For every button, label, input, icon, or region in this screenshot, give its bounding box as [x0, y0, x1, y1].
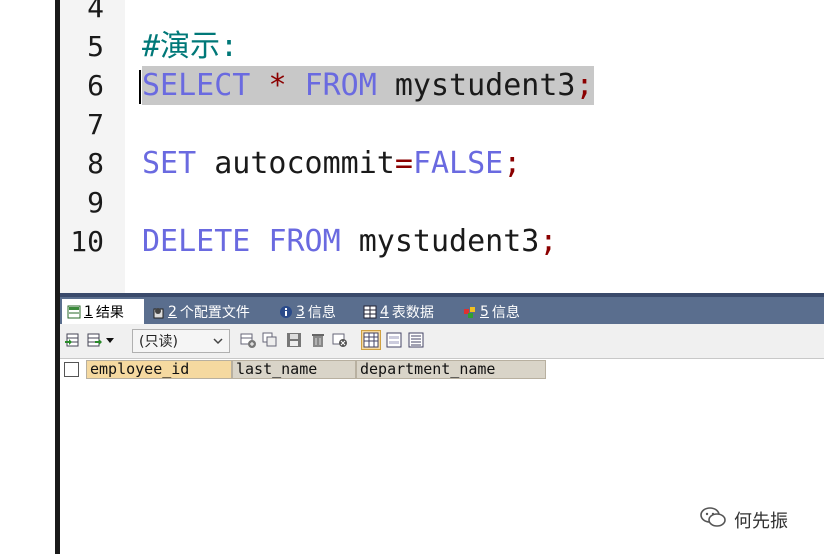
- text-view-icon[interactable]: [408, 332, 424, 348]
- code-line-set[interactable]: SET autocommit=FALSE;: [142, 144, 521, 183]
- semicolon: ;: [539, 224, 558, 259]
- table-data-icon: [363, 305, 377, 319]
- code-comment[interactable]: #演示:: [142, 27, 238, 66]
- select-all-checkbox[interactable]: [64, 362, 79, 377]
- result-grid-icon: [67, 305, 81, 319]
- tab-label: 信息: [307, 304, 336, 321]
- chevron-down-icon[interactable]: [104, 332, 116, 348]
- delete-icon[interactable]: [310, 332, 326, 348]
- keyword-delete: DELETE: [142, 224, 251, 259]
- import-icon[interactable]: [86, 332, 102, 348]
- chevron-down-icon: [213, 333, 223, 349]
- result-toolbar: (只读): [60, 324, 824, 359]
- column-header[interactable]: last_name: [232, 360, 356, 379]
- keyword-false: FALSE: [412, 146, 504, 181]
- keyword-set: SET: [142, 146, 197, 181]
- line-gutter: 4 5 6 7 8 9 10: [60, 0, 125, 293]
- save-icon[interactable]: [286, 332, 302, 348]
- column-header[interactable]: department_name: [356, 360, 546, 379]
- tab-profiles[interactable]: 2 个配置文件: [146, 299, 270, 324]
- left-panel: [0, 0, 60, 554]
- sql-editor[interactable]: 4 5 6 7 8 9 10 #演示: SELECT * FROM mystud…: [60, 0, 824, 293]
- tab-info-2[interactable]: 5 信息: [458, 299, 540, 324]
- info-icon: [279, 305, 293, 319]
- line-number: 8: [87, 147, 104, 180]
- tab-label: 信息: [491, 304, 520, 321]
- result-grid-header: employee_id last_name department_name: [60, 359, 824, 381]
- result-tabs: 1 结果 2 个配置文件 3 信息 4 表数据 5 信息: [60, 297, 824, 324]
- code-line-delete[interactable]: DELETE FROM mystudent3;: [142, 222, 557, 261]
- variable-name: autocommit: [214, 146, 395, 181]
- keyword-from: FROM: [268, 224, 341, 259]
- line-number: 4: [87, 0, 104, 24]
- semicolon: ;: [575, 68, 594, 103]
- tab-number: 3: [296, 303, 305, 320]
- readonly-label: (只读): [139, 334, 178, 350]
- operator-equals: =: [394, 146, 413, 181]
- line-number: 7: [87, 108, 104, 141]
- code-line-select[interactable]: SELECT * FROM mystudent3;: [142, 66, 594, 105]
- semicolon: ;: [503, 146, 522, 181]
- line-number: 6: [87, 69, 104, 102]
- column-header[interactable]: employee_id: [86, 360, 232, 379]
- tab-number: 2: [168, 303, 177, 320]
- tab-results[interactable]: 1 结果: [62, 299, 144, 324]
- form-view-icon[interactable]: [386, 332, 402, 348]
- tab-number: 5: [480, 303, 489, 320]
- tab-label: 表数据: [391, 304, 434, 321]
- grid-view-icon[interactable]: [361, 330, 381, 350]
- keyword-select: SELECT: [142, 68, 251, 103]
- profile-icon: [151, 305, 165, 319]
- line-number: 9: [87, 186, 104, 219]
- text-cursor: [139, 70, 141, 104]
- line-number: 5: [87, 30, 104, 63]
- table-name: mystudent3: [394, 68, 576, 103]
- tab-table-data[interactable]: 4 表数据: [358, 299, 454, 324]
- watermark-text: 何先振: [734, 510, 788, 532]
- tab-number: 4: [380, 303, 389, 320]
- tab-label: 个配置文件: [179, 304, 250, 321]
- info-icon: [463, 305, 477, 319]
- tab-number: 1: [84, 303, 93, 320]
- tab-info[interactable]: 3 信息: [274, 299, 354, 324]
- line-number: 10: [70, 225, 104, 258]
- readonly-select[interactable]: (只读): [132, 329, 230, 353]
- export-icon[interactable]: [64, 332, 80, 348]
- tab-label: 结果: [95, 304, 124, 321]
- watermark: 何先振: [700, 506, 788, 533]
- copy-row-icon[interactable]: [262, 332, 278, 348]
- keyword-from: FROM: [304, 68, 377, 103]
- table-name: mystudent3: [358, 224, 540, 259]
- cancel-changes-icon[interactable]: [332, 332, 348, 348]
- wechat-icon: [700, 506, 726, 533]
- add-row-icon[interactable]: [240, 332, 256, 348]
- operator-star: *: [268, 68, 287, 103]
